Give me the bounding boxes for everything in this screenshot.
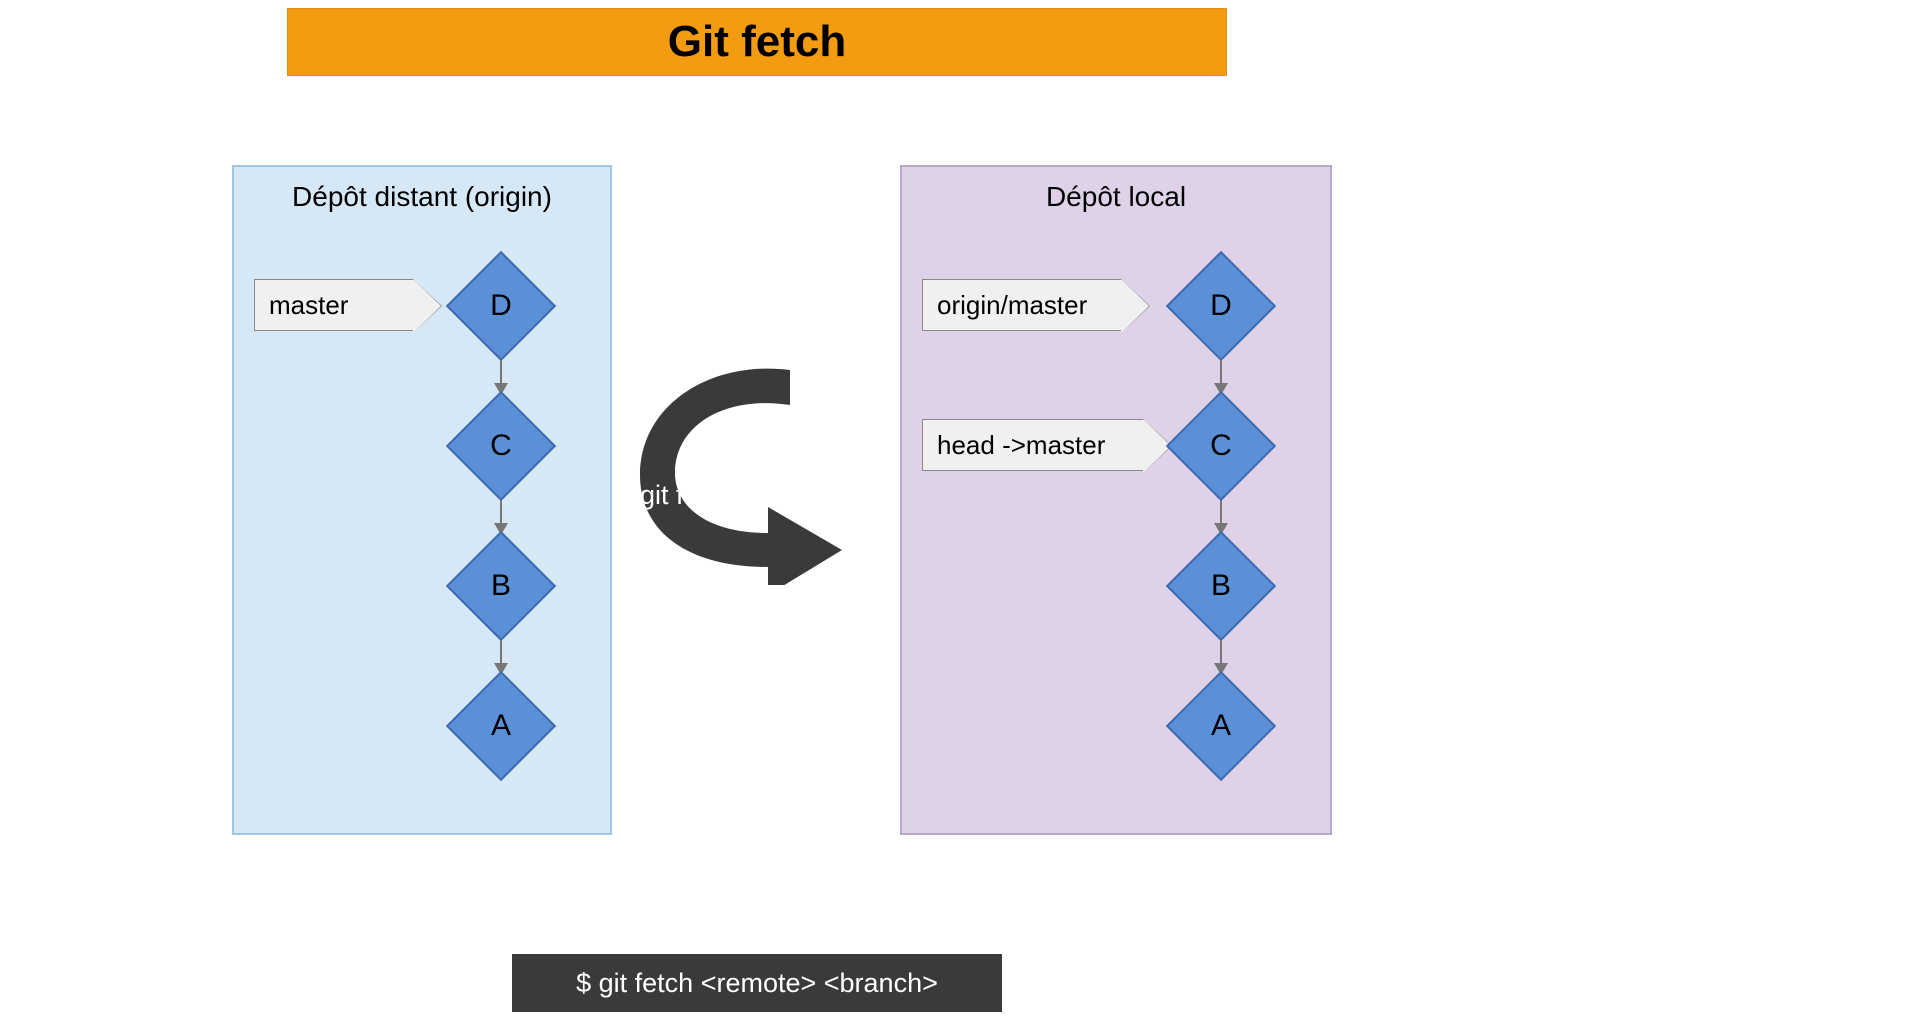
commit-node-d: D [1182, 267, 1260, 345]
arrow-down-icon [1220, 360, 1222, 394]
branch-tag-origin-master: origin/master [922, 279, 1122, 331]
fetch-arrow-icon [630, 355, 860, 585]
commit-label: B [1211, 569, 1231, 603]
commit-label: B [491, 569, 511, 603]
remote-panel: Dépôt distant (origin) master D C B A [232, 165, 612, 835]
commit-node-d: D [462, 267, 540, 345]
branch-tag-master: master [254, 279, 414, 331]
commit-label: C [490, 429, 512, 463]
arrow-down-icon [1220, 640, 1222, 674]
commit-label: D [1210, 289, 1232, 323]
commit-node-a: A [1182, 687, 1260, 765]
arrow-down-icon [500, 640, 502, 674]
local-panel-title: Dépôt local [902, 181, 1330, 213]
arrow-down-icon [1220, 500, 1222, 534]
tag-label: head ->master [937, 430, 1105, 461]
commit-label: C [1210, 429, 1232, 463]
arrow-down-icon [500, 360, 502, 394]
commit-node-a: A [462, 687, 540, 765]
remote-panel-title: Dépôt distant (origin) [234, 181, 610, 213]
commit-node-c: C [462, 407, 540, 485]
commit-node-b: B [1182, 547, 1260, 625]
fetch-arrow-label: git fetch [640, 480, 735, 511]
tag-label: master [269, 290, 348, 321]
commit-label: D [490, 289, 512, 323]
commit-label: A [1211, 709, 1231, 743]
local-panel: Dépôt local origin/master head ->master … [900, 165, 1332, 835]
command-box: $ git fetch <remote> <branch> [512, 954, 1002, 1012]
commit-node-b: B [462, 547, 540, 625]
command-text: $ git fetch <remote> <branch> [576, 968, 938, 999]
page-title: Git fetch [287, 8, 1227, 76]
commit-node-c: C [1182, 407, 1260, 485]
branch-tag-head-master: head ->master [922, 419, 1144, 471]
commit-label: A [491, 709, 511, 743]
tag-label: origin/master [937, 290, 1087, 321]
arrow-down-icon [500, 500, 502, 534]
